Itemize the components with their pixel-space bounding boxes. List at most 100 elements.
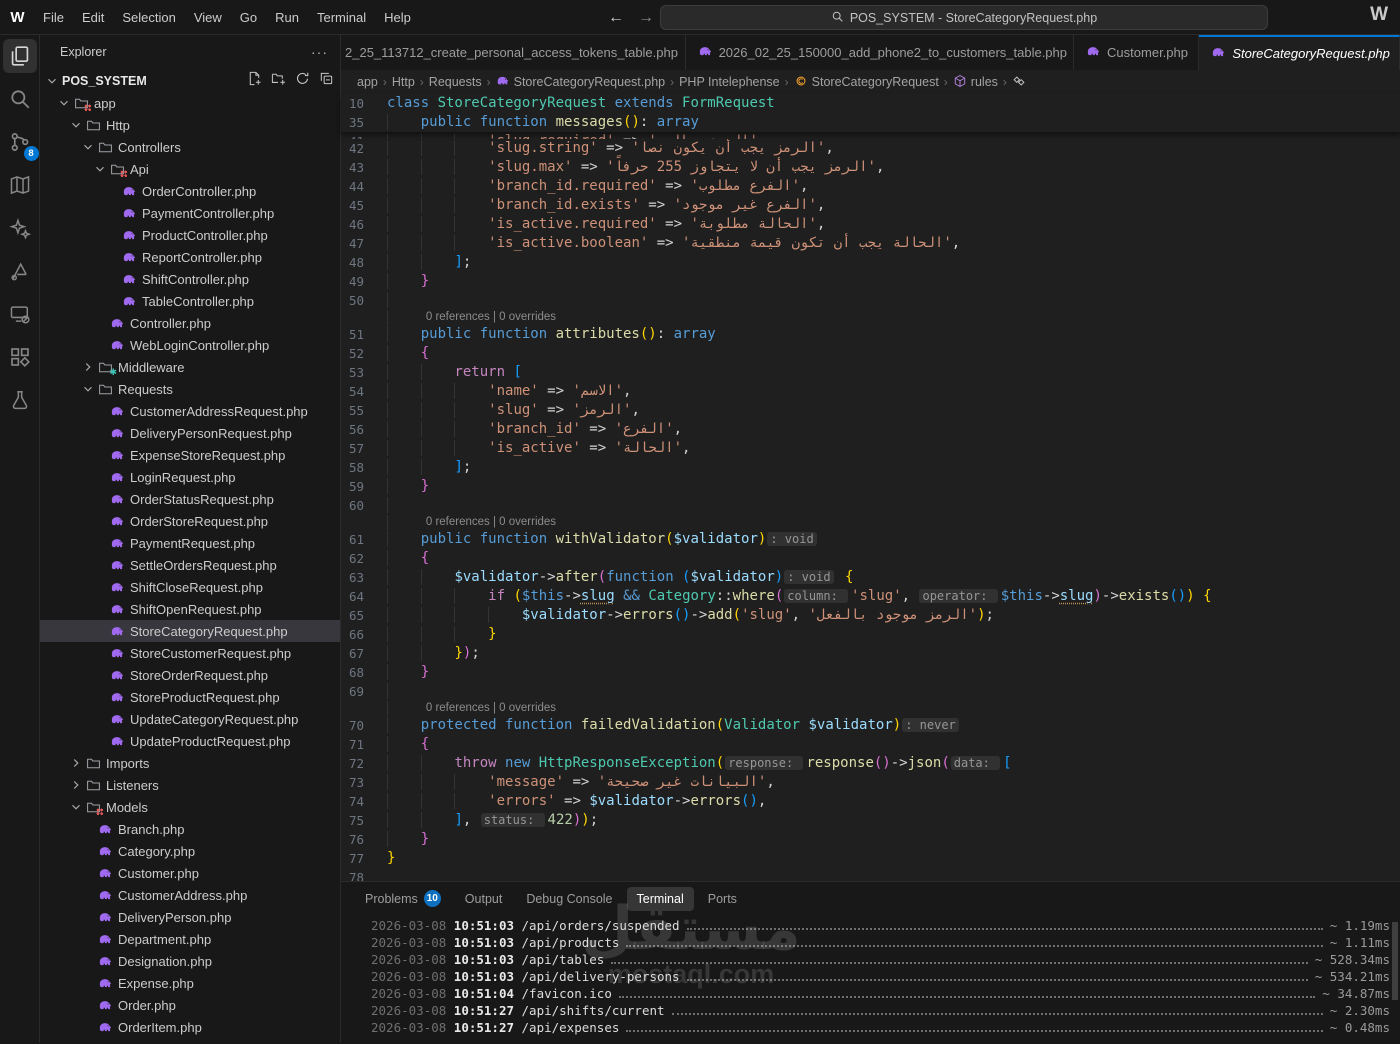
token-fn: add bbox=[707, 607, 733, 623]
tree-file-reportcontroller-php[interactable]: ReportController.php bbox=[40, 246, 340, 268]
tab-2_25_113712_create_personal_access_tokens_table-php[interactable]: 2_25_113712_create_personal_access_token… bbox=[341, 35, 686, 70]
tree-file-settleordersrequest-php[interactable]: SettleOrdersRequest.php bbox=[40, 554, 340, 576]
terminal-scrollbar[interactable] bbox=[1392, 922, 1398, 1000]
explorer-icon[interactable] bbox=[2, 39, 37, 73]
panel-tab-debug-console[interactable]: Debug Console bbox=[516, 887, 622, 911]
back-arrow-icon[interactable]: ← bbox=[608, 9, 624, 27]
new-folder-icon[interactable] bbox=[271, 71, 286, 91]
extensions-icon[interactable] bbox=[3, 340, 37, 374]
tree-file-expensestorerequest-php[interactable]: ExpenseStoreRequest.php bbox=[40, 444, 340, 466]
tree-file-tablecontroller-php[interactable]: TableController.php bbox=[40, 290, 340, 312]
panel-tab-problems[interactable]: Problems 10 bbox=[355, 885, 451, 912]
tree-file-deliverypersonrequest-php[interactable]: DeliveryPersonRequest.php bbox=[40, 422, 340, 444]
tree-file-paymentrequest-php[interactable]: PaymentRequest.php bbox=[40, 532, 340, 554]
token-pun: => bbox=[656, 178, 691, 194]
source-control-icon[interactable]: 8 bbox=[3, 125, 39, 161]
ai-sparkle-icon[interactable] bbox=[3, 211, 37, 245]
tree-file-controller-php[interactable]: Controller.php bbox=[40, 312, 340, 334]
tree-file-order-php[interactable]: Order.php bbox=[40, 994, 340, 1016]
code-line-text: { bbox=[387, 549, 429, 568]
new-file-icon[interactable] bbox=[247, 71, 262, 91]
tree-folder-app[interactable]: app bbox=[40, 92, 340, 114]
tree-file-storecustomerrequest-php[interactable]: StoreCustomerRequest.php bbox=[40, 642, 340, 664]
tree-folder-requests[interactable]: Requests bbox=[40, 378, 340, 400]
terminal-output[interactable]: 2026-03-08 10:51:03 /api/orders/suspende… bbox=[341, 915, 1400, 1037]
tree-file-payment-php[interactable]: Payment.php bbox=[40, 1038, 340, 1044]
tree-file-category-php[interactable]: Category.php bbox=[40, 840, 340, 862]
tree-file-storeorderrequest-php[interactable]: StoreOrderRequest.php bbox=[40, 664, 340, 686]
breadcrumb-item-rules[interactable]: rules bbox=[953, 74, 998, 91]
tree-file-customer-php[interactable]: Customer.php bbox=[40, 862, 340, 884]
menu-edit[interactable]: Edit bbox=[73, 0, 113, 35]
workspace-root-row[interactable]: POS_SYSTEM bbox=[40, 69, 340, 92]
debug-lab-icon[interactable] bbox=[3, 254, 37, 288]
breadcrumb-item-php-intelephense[interactable]: PHP Intelephense bbox=[679, 75, 780, 89]
tab-2026_02_25_150000_add_phone2_to_customers_table-php[interactable]: 2026_02_25_150000_add_phone2_to_customer… bbox=[685, 35, 1075, 70]
tree-file-ordercontroller-php[interactable]: OrderController.php bbox=[40, 180, 340, 202]
tree-file-updateproductrequest-php[interactable]: UpdateProductRequest.php bbox=[40, 730, 340, 752]
tree-file-designation-php[interactable]: Designation.php bbox=[40, 950, 340, 972]
panel-tab-terminal[interactable]: Terminal bbox=[626, 886, 694, 911]
code-editor[interactable]: 42 'slug.string' => 'الرمز يجب أن يكون ن… bbox=[341, 139, 1400, 881]
breadcrumb-item-symbol[interactable] bbox=[1012, 74, 1026, 91]
tree-file-orderstorerequest-php[interactable]: OrderStoreRequest.php bbox=[40, 510, 340, 532]
menu-run[interactable]: Run bbox=[266, 0, 308, 35]
tree-file-shiftcontroller-php[interactable]: ShiftController.php bbox=[40, 268, 340, 290]
tree-file-deliveryperson-php[interactable]: DeliveryPerson.php bbox=[40, 906, 340, 928]
remote-explorer-icon[interactable] bbox=[3, 297, 37, 331]
tree-file-paymentcontroller-php[interactable]: PaymentController.php bbox=[40, 202, 340, 224]
breadcrumb-item-app[interactable]: app bbox=[357, 75, 378, 89]
collapse-all-icon[interactable] bbox=[319, 71, 334, 91]
menu-file[interactable]: File bbox=[34, 0, 73, 35]
breadcrumb-item-storecategoryrequest-php[interactable]: StoreCategoryRequest.php bbox=[496, 74, 665, 91]
tree-file-productcontroller-php[interactable]: ProductController.php bbox=[40, 224, 340, 246]
panel-tab-output[interactable]: Output bbox=[455, 887, 513, 911]
code-line-text: 'slug.required' => 'الرمز مطلوب', bbox=[387, 132, 766, 139]
explorer-more-actions-icon[interactable]: ··· bbox=[311, 44, 328, 60]
menu-go[interactable]: Go bbox=[231, 0, 266, 35]
tree-file-shiftopenrequest-php[interactable]: ShiftOpenRequest.php bbox=[40, 598, 340, 620]
tree-file-orderitem-php[interactable]: OrderItem.php bbox=[40, 1016, 340, 1038]
tree-folder-api[interactable]: Api bbox=[40, 158, 340, 180]
tree-folder-listeners[interactable]: Listeners bbox=[40, 774, 340, 796]
tree-folder-controllers[interactable]: Controllers bbox=[40, 136, 340, 158]
tree-file-updatecategoryrequest-php[interactable]: UpdateCategoryRequest.php bbox=[40, 708, 340, 730]
tree-file-customeraddress-php[interactable]: CustomerAddress.php bbox=[40, 884, 340, 906]
token-pun: -> bbox=[673, 793, 691, 809]
breadcrumb-item-requests[interactable]: Requests bbox=[429, 75, 482, 89]
menu-view[interactable]: View bbox=[185, 0, 231, 35]
menu-terminal[interactable]: Terminal bbox=[308, 0, 375, 35]
tree-folder-middleware[interactable]: ✱ Middleware bbox=[40, 356, 340, 378]
tree-file-customeraddressrequest-php[interactable]: CustomerAddressRequest.php bbox=[40, 400, 340, 422]
tree-file-loginrequest-php[interactable]: LoginRequest.php bbox=[40, 466, 340, 488]
breadcrumb-item-storecategoryrequest[interactable]: StoreCategoryRequest bbox=[794, 74, 939, 91]
indent-guide bbox=[387, 235, 421, 251]
panel-tab-ports[interactable]: Ports bbox=[698, 887, 747, 911]
search-icon[interactable] bbox=[3, 82, 37, 116]
tab-storecategoryrequest-php[interactable]: StoreCategoryRequest.php bbox=[1199, 35, 1400, 70]
menu-help[interactable]: Help bbox=[375, 0, 420, 35]
tree-file-department-php[interactable]: Department.php bbox=[40, 928, 340, 950]
tree-file-expense-php[interactable]: Expense.php bbox=[40, 972, 340, 994]
forward-arrow-icon[interactable]: → bbox=[638, 9, 654, 27]
tree-item-label: OrderItem.php bbox=[118, 1019, 202, 1035]
token-hint: response: bbox=[725, 756, 804, 770]
tree-folder-http[interactable]: Http bbox=[40, 114, 340, 136]
tab-customer-php[interactable]: Customer.php bbox=[1074, 35, 1200, 70]
testing-beaker-icon[interactable] bbox=[3, 383, 37, 417]
tree-file-orderstatusrequest-php[interactable]: OrderStatusRequest.php bbox=[40, 488, 340, 510]
tree-file-storecategoryrequest-php[interactable]: StoreCategoryRequest.php bbox=[40, 620, 340, 642]
menu-selection[interactable]: Selection bbox=[113, 0, 184, 35]
tree-file-branch-php[interactable]: Branch.php bbox=[40, 818, 340, 840]
tree-folder-imports[interactable]: Imports bbox=[40, 752, 340, 774]
tree-file-storeproductrequest-php[interactable]: StoreProductRequest.php bbox=[40, 686, 340, 708]
tree-file-shiftcloserequest-php[interactable]: ShiftCloseRequest.php bbox=[40, 576, 340, 598]
breadcrumb-item-http[interactable]: Http bbox=[392, 75, 415, 89]
tree-file-weblogincontroller-php[interactable]: WebLoginController.php bbox=[40, 334, 340, 356]
refresh-icon[interactable] bbox=[295, 71, 310, 91]
map-icon[interactable] bbox=[3, 168, 37, 202]
log-path: /api/products bbox=[521, 935, 620, 950]
tree-folder-models[interactable]: Models bbox=[40, 796, 340, 818]
breadcrumb[interactable]: app › Http › Requests › StoreCategoryRequest.p… bbox=[341, 70, 1400, 94]
command-center-search[interactable]: POS_SYSTEM - StoreCategoryRequest.php bbox=[660, 5, 1268, 30]
